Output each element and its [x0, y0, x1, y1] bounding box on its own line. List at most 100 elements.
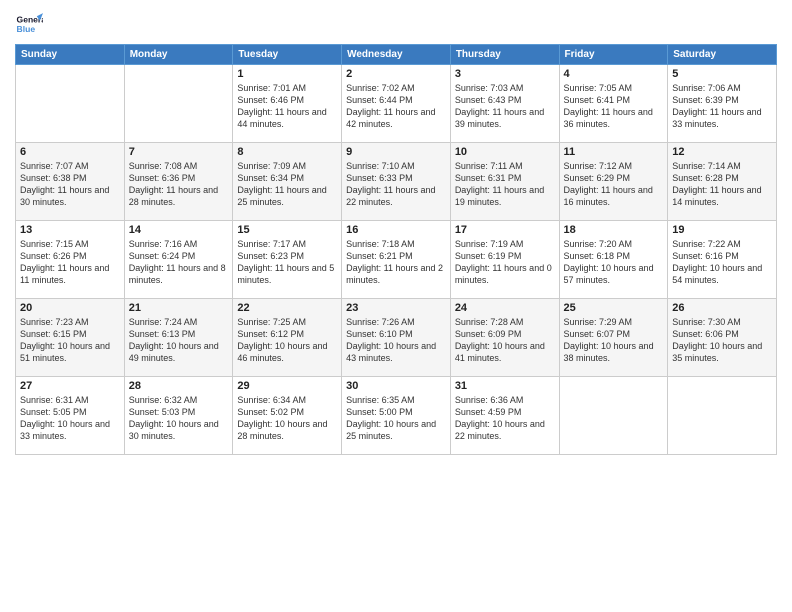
calendar-cell: 26 Sunrise: 7:30 AMSunset: 6:06 PMDayligh…: [668, 299, 777, 377]
calendar-cell: [668, 377, 777, 455]
calendar-cell: 4 Sunrise: 7:05 AMSunset: 6:41 PMDaylight…: [559, 65, 668, 143]
day-number: 7: [129, 146, 229, 158]
day-number: 3: [455, 68, 555, 80]
calendar-cell: 19 Sunrise: 7:22 AMSunset: 6:16 PMDayligh…: [668, 221, 777, 299]
day-info: Sunrise: 7:19 AMSunset: 6:19 PMDaylight:…: [455, 238, 555, 287]
calendar-cell: 21 Sunrise: 7:24 AMSunset: 6:13 PMDayligh…: [124, 299, 233, 377]
svg-text:Blue: Blue: [17, 24, 36, 34]
day-number: 14: [129, 224, 229, 236]
calendar-cell: 3 Sunrise: 7:03 AMSunset: 6:43 PMDaylight…: [450, 65, 559, 143]
calendar-cell: 13Sunrise: 7:15 AMSunset: 6:26 PMDayligh…: [16, 221, 125, 299]
day-number: 19: [672, 224, 772, 236]
day-number: 18: [564, 224, 664, 236]
day-number: 23: [346, 302, 446, 314]
day-info: Sunrise: 6:35 AMSunset: 5:00 PMDaylight:…: [346, 394, 446, 443]
day-number: 30: [346, 380, 446, 392]
calendar-cell: 29 Sunrise: 6:34 AMSunset: 5:02 PMDayligh…: [233, 377, 342, 455]
day-info: Sunrise: 6:31 AMSunset: 5:05 PMDaylight:…: [20, 394, 120, 443]
day-info: Sunrise: 7:05 AMSunset: 6:41 PMDaylight:…: [564, 82, 664, 131]
calendar-cell: 6 Sunrise: 7:07 AMSunset: 6:38 PMDaylight…: [16, 143, 125, 221]
calendar-cell: 17 Sunrise: 7:19 AMSunset: 6:19 PMDayligh…: [450, 221, 559, 299]
day-number: 15: [237, 224, 337, 236]
calendar-cell: 11Sunrise: 7:12 AMSunset: 6:29 PMDayligh…: [559, 143, 668, 221]
day-info: Sunrise: 7:18 AMSunset: 6:21 PMDaylight:…: [346, 238, 446, 287]
day-number: 26: [672, 302, 772, 314]
day-number: 4: [564, 68, 664, 80]
calendar-header: SundayMondayTuesdayWednesdayThursdayFrid…: [16, 45, 777, 65]
day-number: 22: [237, 302, 337, 314]
calendar-cell: [16, 65, 125, 143]
day-header-sunday: Sunday: [16, 45, 125, 65]
calendar-cell: 7 Sunrise: 7:08 AMSunset: 6:36 PMDaylight…: [124, 143, 233, 221]
day-info: Sunrise: 7:22 AMSunset: 6:16 PMDaylight:…: [672, 238, 772, 287]
day-info: Sunrise: 7:17 AMSunset: 6:23 PMDaylight:…: [237, 238, 337, 287]
day-info: Sunrise: 7:14 AMSunset: 6:28 PMDaylight:…: [672, 160, 772, 209]
day-number: 21: [129, 302, 229, 314]
day-number: 10: [455, 146, 555, 158]
day-header-saturday: Saturday: [668, 45, 777, 65]
day-number: 2: [346, 68, 446, 80]
day-info: Sunrise: 7:09 AMSunset: 6:34 PMDaylight:…: [237, 160, 337, 209]
calendar-cell: 28 Sunrise: 6:32 AMSunset: 5:03 PMDayligh…: [124, 377, 233, 455]
day-info: Sunrise: 7:16 AMSunset: 6:24 PMDaylight:…: [129, 238, 229, 287]
day-info: Sunrise: 7:11 AMSunset: 6:31 PMDaylight:…: [455, 160, 555, 209]
day-number: 1: [237, 68, 337, 80]
calendar-cell: 31Sunrise: 6:36 AMSunset: 4:59 PMDayligh…: [450, 377, 559, 455]
day-info: Sunrise: 7:23 AMSunset: 6:15 PMDaylight:…: [20, 316, 120, 365]
day-info: Sunrise: 7:10 AMSunset: 6:33 PMDaylight:…: [346, 160, 446, 209]
day-info: Sunrise: 7:28 AMSunset: 6:09 PMDaylight:…: [455, 316, 555, 365]
day-info: Sunrise: 6:36 AMSunset: 4:59 PMDaylight:…: [455, 394, 555, 443]
calendar-body: 1 Sunrise: 7:01 AMSunset: 6:46 PMDaylight…: [16, 65, 777, 455]
calendar-cell: 12 Sunrise: 7:14 AMSunset: 6:28 PMDayligh…: [668, 143, 777, 221]
day-number: 8: [237, 146, 337, 158]
day-info: Sunrise: 7:24 AMSunset: 6:13 PMDaylight:…: [129, 316, 229, 365]
day-info: Sunrise: 7:29 AMSunset: 6:07 PMDaylight:…: [564, 316, 664, 365]
day-info: Sunrise: 7:01 AMSunset: 6:46 PMDaylight:…: [237, 82, 337, 131]
calendar-cell: 15 Sunrise: 7:17 AMSunset: 6:23 PMDayligh…: [233, 221, 342, 299]
day-info: Sunrise: 7:08 AMSunset: 6:36 PMDaylight:…: [129, 160, 229, 209]
calendar-cell: 24 Sunrise: 7:28 AMSunset: 6:09 PMDayligh…: [450, 299, 559, 377]
day-number: 12: [672, 146, 772, 158]
calendar-cell: 9 Sunrise: 7:10 AMSunset: 6:33 PMDaylight…: [342, 143, 451, 221]
logo: General Blue: [15, 10, 43, 38]
calendar-cell: 30 Sunrise: 6:35 AMSunset: 5:00 PMDayligh…: [342, 377, 451, 455]
calendar-cell: 23 Sunrise: 7:26 AMSunset: 6:10 PMDayligh…: [342, 299, 451, 377]
day-info: Sunrise: 7:30 AMSunset: 6:06 PMDaylight:…: [672, 316, 772, 365]
calendar-table: SundayMondayTuesdayWednesdayThursdayFrid…: [15, 44, 777, 455]
day-number: 6: [20, 146, 120, 158]
calendar-cell: 14 Sunrise: 7:16 AMSunset: 6:24 PMDayligh…: [124, 221, 233, 299]
day-number: 9: [346, 146, 446, 158]
page-header: General Blue: [15, 10, 777, 38]
day-info: Sunrise: 7:25 AMSunset: 6:12 PMDaylight:…: [237, 316, 337, 365]
day-info: Sunrise: 7:07 AMSunset: 6:38 PMDaylight:…: [20, 160, 120, 209]
calendar-cell: 22 Sunrise: 7:25 AMSunset: 6:12 PMDayligh…: [233, 299, 342, 377]
day-header-tuesday: Tuesday: [233, 45, 342, 65]
calendar-cell: 8 Sunrise: 7:09 AMSunset: 6:34 PMDaylight…: [233, 143, 342, 221]
calendar-cell: [124, 65, 233, 143]
calendar-cell: 10 Sunrise: 7:11 AMSunset: 6:31 PMDayligh…: [450, 143, 559, 221]
day-info: Sunrise: 6:34 AMSunset: 5:02 PMDaylight:…: [237, 394, 337, 443]
calendar-cell: 27Sunrise: 6:31 AMSunset: 5:05 PMDayligh…: [16, 377, 125, 455]
day-info: Sunrise: 7:02 AMSunset: 6:44 PMDaylight:…: [346, 82, 446, 131]
day-info: Sunrise: 6:32 AMSunset: 5:03 PMDaylight:…: [129, 394, 229, 443]
calendar-cell: 2 Sunrise: 7:02 AMSunset: 6:44 PMDaylight…: [342, 65, 451, 143]
day-info: Sunrise: 7:06 AMSunset: 6:39 PMDaylight:…: [672, 82, 772, 131]
day-number: 17: [455, 224, 555, 236]
day-number: 24: [455, 302, 555, 314]
day-number: 16: [346, 224, 446, 236]
calendar-cell: 25 Sunrise: 7:29 AMSunset: 6:07 PMDayligh…: [559, 299, 668, 377]
day-info: Sunrise: 7:26 AMSunset: 6:10 PMDaylight:…: [346, 316, 446, 365]
day-number: 29: [237, 380, 337, 392]
day-number: 28: [129, 380, 229, 392]
day-header-thursday: Thursday: [450, 45, 559, 65]
calendar-cell: 16 Sunrise: 7:18 AMSunset: 6:21 PMDayligh…: [342, 221, 451, 299]
day-info: Sunrise: 7:03 AMSunset: 6:43 PMDaylight:…: [455, 82, 555, 131]
day-number: 25: [564, 302, 664, 314]
day-number: 11: [564, 146, 664, 158]
calendar-cell: 20Sunrise: 7:23 AMSunset: 6:15 PMDayligh…: [16, 299, 125, 377]
calendar-cell: 1 Sunrise: 7:01 AMSunset: 6:46 PMDaylight…: [233, 65, 342, 143]
day-info: Sunrise: 7:15 AMSunset: 6:26 PMDaylight:…: [20, 238, 120, 287]
calendar-cell: 18Sunrise: 7:20 AMSunset: 6:18 PMDayligh…: [559, 221, 668, 299]
logo-icon: General Blue: [15, 10, 43, 38]
day-header-friday: Friday: [559, 45, 668, 65]
